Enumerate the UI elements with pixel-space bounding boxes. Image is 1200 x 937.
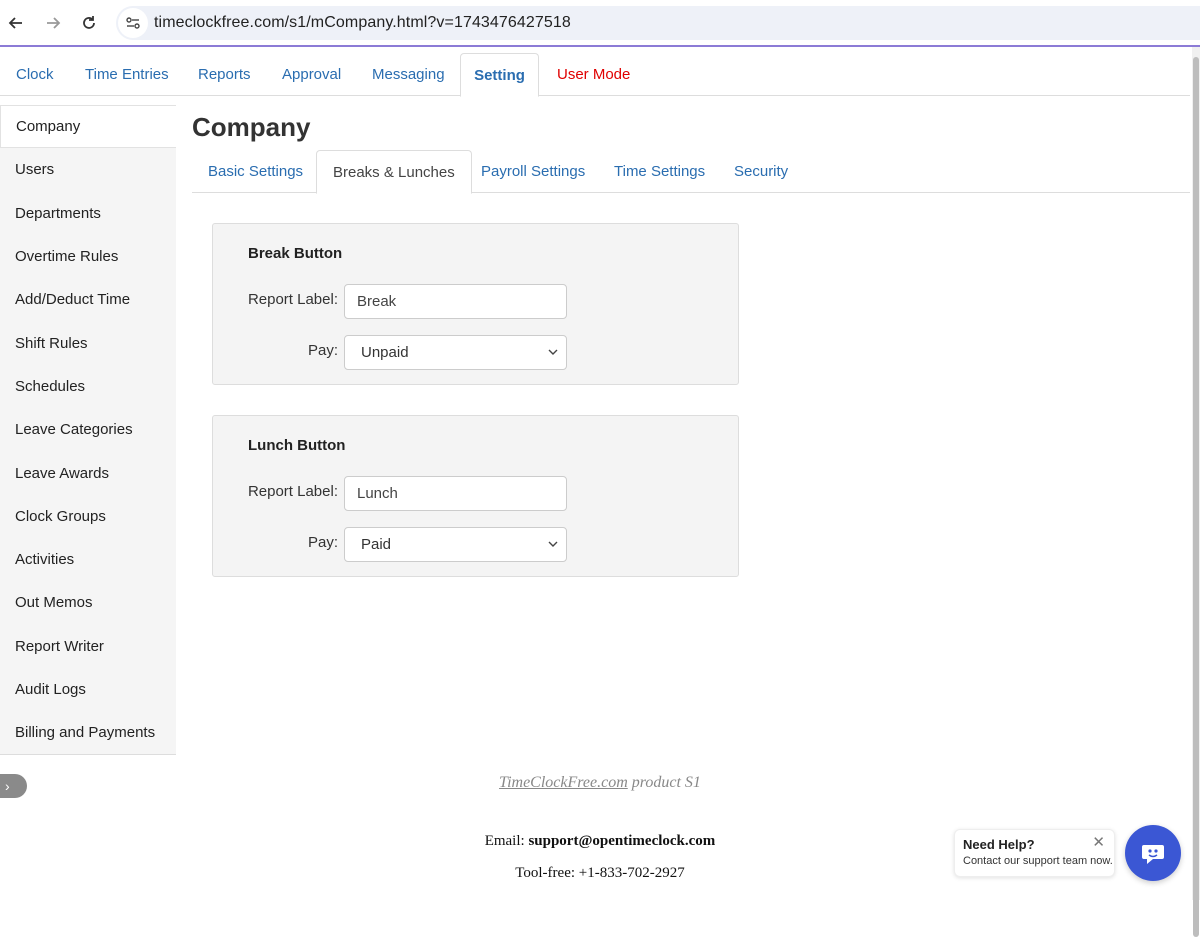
close-icon[interactable]: ✕ — [1092, 833, 1105, 851]
tab-messaging[interactable]: Messaging — [356, 53, 461, 96]
lunch-button-panel: Lunch Button Report Label: Pay: Paid — [212, 415, 739, 577]
subtab-breaks-lunches[interactable]: Breaks & Lunches — [316, 150, 472, 194]
break-panel-title: Break Button — [248, 245, 343, 262]
sidebar-item-report-writer[interactable]: Report Writer — [0, 625, 176, 668]
lunch-pay-value: Paid — [361, 536, 392, 553]
sidebar-item-clock-groups[interactable]: Clock Groups — [0, 495, 176, 538]
help-subtitle: Contact our support team now. — [963, 855, 1113, 867]
subtab-payroll-settings[interactable]: Payroll Settings — [465, 150, 601, 193]
sidebar-item-shift-rules[interactable]: Shift Rules — [0, 321, 176, 364]
tab-reports[interactable]: Reports — [182, 53, 267, 96]
tab-approval[interactable]: Approval — [266, 53, 357, 96]
sidebar-item-users[interactable]: Users — [0, 148, 176, 191]
chevron-down-icon — [548, 541, 558, 547]
footer-product: TimeClockFree.com product S1 — [0, 774, 1200, 792]
break-report-label-input[interactable] — [344, 284, 567, 319]
sidebar-item-schedules[interactable]: Schedules — [0, 365, 176, 408]
help-popup[interactable]: Need Help? Contact our support team now.… — [954, 829, 1115, 877]
sidebar-item-add-deduct-time[interactable]: Add/Deduct Time — [0, 278, 176, 321]
chat-bot-icon — [1142, 845, 1164, 864]
help-title: Need Help? — [963, 837, 1035, 852]
footer-phone-label: Tool-free: — [515, 865, 579, 881]
tab-clock[interactable]: Clock — [0, 53, 70, 96]
sidebar-item-out-memos[interactable]: Out Memos — [0, 581, 176, 624]
sidebar-item-leave-categories[interactable]: Leave Categories — [0, 408, 176, 451]
subtab-security[interactable]: Security — [718, 150, 804, 193]
top-menu: Clock Time Entries Reports Approval Mess… — [0, 53, 1190, 97]
browser-toolbar: timeclockfree.com/s1/mCompany.html?v=174… — [0, 0, 1200, 47]
sidebar-item-leave-awards[interactable]: Leave Awards — [0, 451, 176, 494]
chat-launcher-button[interactable] — [1125, 825, 1181, 881]
break-button-panel: Break Button Report Label: Pay: Unpaid — [212, 223, 739, 385]
footer-email-value: support@opentimeclock.com — [528, 833, 716, 849]
footer-phone-value: +1-833-702-2927 — [578, 865, 685, 881]
break-pay-value: Unpaid — [361, 344, 409, 361]
sidebar-item-departments[interactable]: Departments — [0, 192, 176, 235]
break-pay-select[interactable]: Unpaid — [344, 335, 567, 370]
sidebar-item-overtime-rules[interactable]: Overtime Rules — [0, 235, 176, 278]
footer-product-link[interactable]: TimeClockFree.com — [499, 774, 628, 791]
settings-subtabs: Basic Settings Breaks & Lunches Payroll … — [192, 150, 1190, 194]
lunch-pay-caption: Pay: — [307, 534, 338, 551]
lunch-panel-title: Lunch Button — [248, 437, 346, 454]
site-settings-icon[interactable] — [118, 8, 148, 38]
break-report-label-caption: Report Label: — [247, 291, 338, 308]
chevron-down-icon — [548, 349, 558, 355]
back-arrow-icon[interactable] — [4, 11, 28, 35]
reload-icon[interactable] — [77, 11, 101, 35]
sidebar-item-company[interactable]: Company — [0, 105, 176, 149]
lunch-report-label-input[interactable] — [344, 476, 567, 511]
subtab-basic-settings[interactable]: Basic Settings — [192, 150, 319, 193]
sidebar-item-billing-payments[interactable]: Billing and Payments — [0, 711, 176, 754]
page-title: Company — [192, 112, 311, 142]
tab-user-mode[interactable]: User Mode — [541, 53, 646, 96]
tab-setting[interactable]: Setting — [460, 53, 539, 97]
sidebar-item-activities[interactable]: Activities — [0, 538, 176, 581]
footer-email-label: Email: — [484, 833, 529, 849]
break-pay-caption: Pay: — [307, 342, 338, 359]
sidebar-item-audit-logs[interactable]: Audit Logs — [0, 668, 176, 711]
lunch-report-label-caption: Report Label: — [247, 483, 338, 500]
lunch-pay-select[interactable]: Paid — [344, 527, 567, 562]
footer-product-suffix: product S1 — [627, 774, 701, 791]
page-scrollbar[interactable] — [1192, 47, 1200, 937]
url-text[interactable]: timeclockfree.com/s1/mCompany.html?v=174… — [154, 14, 571, 32]
forward-arrow-icon[interactable] — [41, 11, 65, 35]
sidebar: Company Users Departments Overtime Rules… — [0, 105, 176, 755]
subtab-time-settings[interactable]: Time Settings — [598, 150, 721, 193]
address-bar[interactable]: timeclockfree.com/s1/mCompany.html?v=174… — [116, 6, 1200, 40]
scrollbar-thumb[interactable] — [1193, 57, 1199, 937]
tab-time-entries[interactable]: Time Entries — [69, 53, 185, 96]
